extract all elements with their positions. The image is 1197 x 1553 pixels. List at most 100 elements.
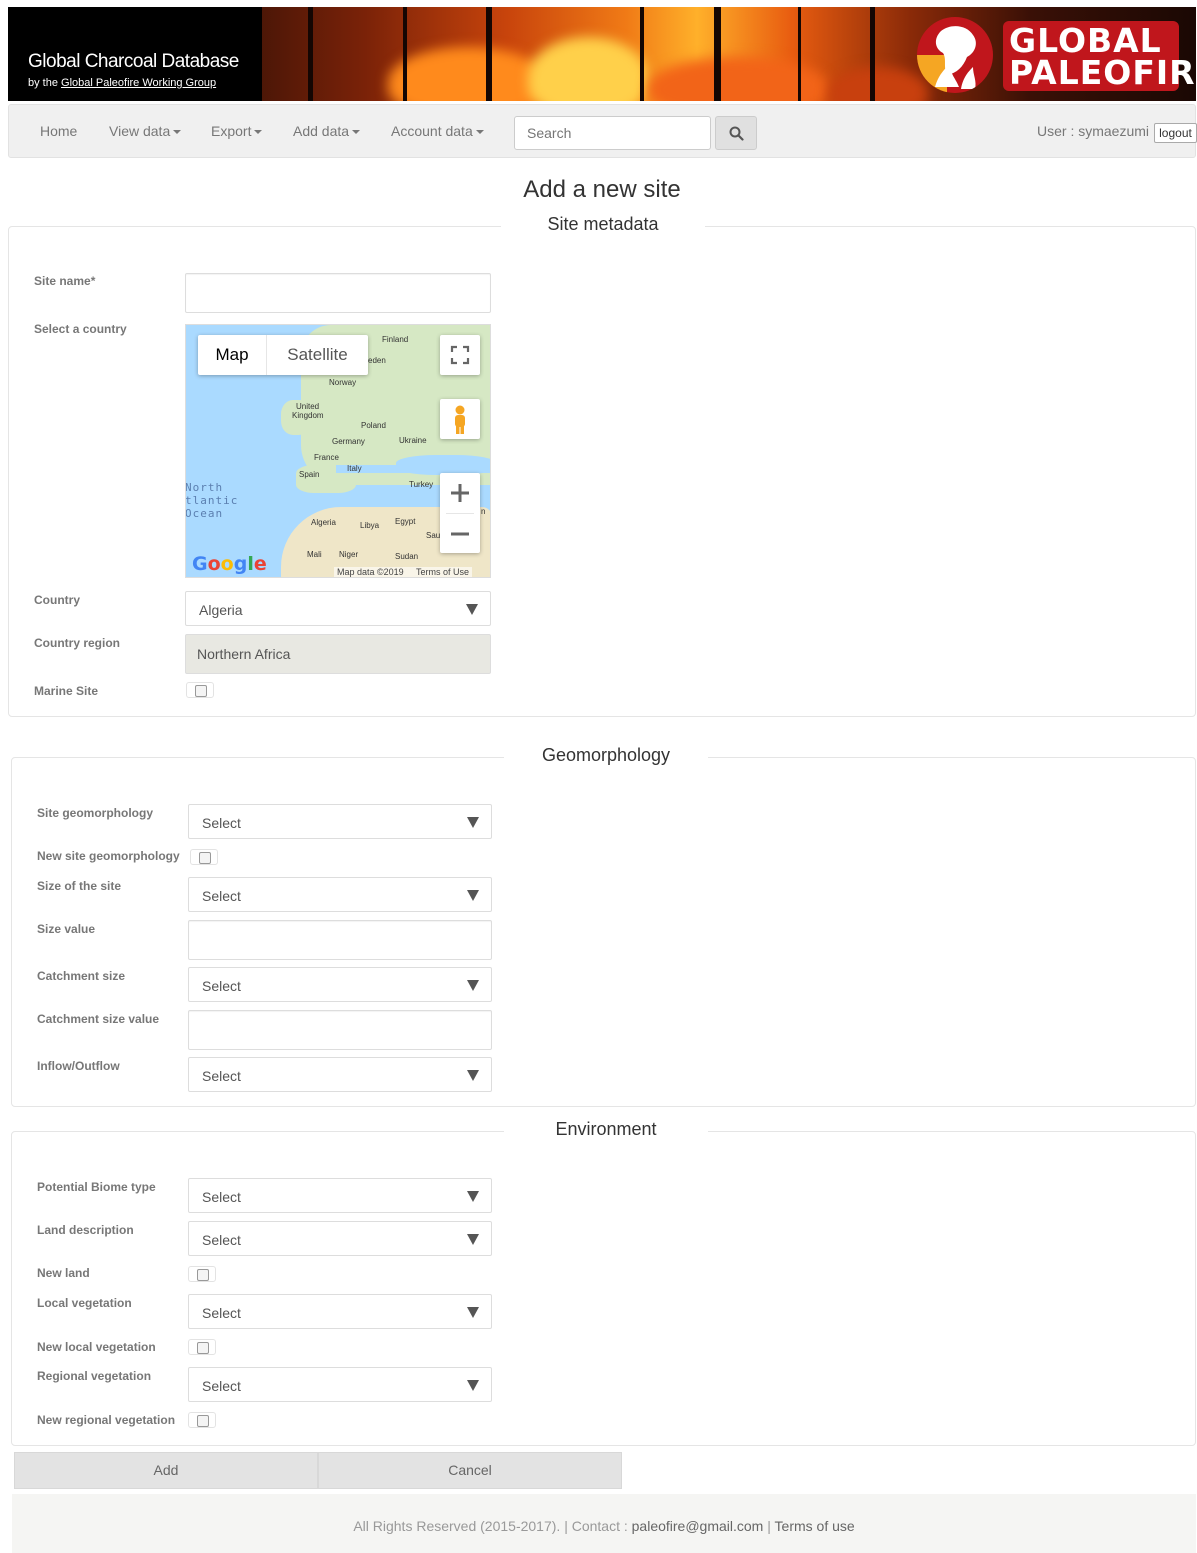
size-of-site-label: Size of the site (37, 879, 122, 893)
catchment-size-select[interactable]: Select (188, 967, 492, 1002)
nav-add-data[interactable]: Add data (293, 123, 361, 139)
map-label-poland: Poland (361, 421, 386, 430)
country-label: Country (34, 593, 80, 607)
cancel-button[interactable]: Cancel (318, 1452, 622, 1489)
logout-button[interactable]: logout (1154, 123, 1197, 143)
new-local-vegetation-label: New local vegetation (37, 1340, 156, 1354)
map-type-map-button[interactable]: Map (198, 335, 266, 375)
nav-home[interactable]: Home (40, 123, 77, 139)
map-label-sudan: Sudan (395, 552, 419, 561)
country-map[interactable]: Finland eden Norway United Kingdom Polan… (185, 324, 491, 578)
nav-export-label: Export (211, 123, 252, 139)
zoom-out-button[interactable] (440, 513, 480, 553)
map-label-germany: Germany (332, 437, 365, 446)
catchment-size-value: Select (202, 978, 241, 994)
nav-export[interactable]: Export (211, 123, 263, 139)
regional-vegetation-label: Regional vegetation (37, 1369, 152, 1383)
map-label-france: France (314, 453, 339, 462)
footer-terms-link[interactable]: Terms of use (775, 1518, 855, 1534)
pegman-icon (455, 405, 465, 434)
map-terms-link[interactable]: Terms of Use (416, 567, 469, 577)
map-label-mali: Mali (307, 550, 322, 559)
map-label-ukraine: Ukraine (399, 436, 427, 445)
map-type-satellite-button[interactable]: Satellite (266, 335, 368, 375)
search-button[interactable] (715, 116, 757, 150)
working-group-link[interactable]: Global Paleofire Working Group (61, 77, 216, 89)
dropdown-arrow-icon (467, 1307, 479, 1318)
site-geomorphology-label: Site geomorphology (37, 806, 154, 820)
biome-type-label: Potential Biome type (37, 1180, 156, 1194)
map-label-finland: Finland (382, 335, 409, 344)
country-select-value: Algeria (199, 602, 243, 618)
paleofire-emblem-icon (917, 17, 993, 93)
land-description-value: Select (202, 1232, 241, 1248)
logo-wordmark: GLOBAL PALEOFIRE (1003, 21, 1196, 91)
new-site-geomorphology-checkbox[interactable] (190, 849, 218, 865)
page-footer: All Rights Reserved (2015-2017). | Conta… (12, 1494, 1196, 1553)
new-regional-vegetation-checkbox[interactable] (188, 1412, 216, 1428)
google-logo: Google (192, 553, 267, 575)
add-button[interactable]: Add (14, 1452, 318, 1489)
biome-type-select[interactable]: Select (188, 1178, 492, 1213)
land-description-select[interactable]: Select (188, 1221, 492, 1256)
marine-site-checkbox[interactable] (186, 682, 214, 698)
dropdown-arrow-icon (467, 980, 479, 991)
site-name-input[interactable] (185, 273, 491, 313)
street-view-pegman[interactable] (440, 399, 480, 439)
logo-line-2: PALEOFIRE (1009, 53, 1196, 92)
site-geomorphology-select[interactable]: Select (188, 804, 492, 839)
new-regional-vegetation-label: New regional vegetation (37, 1413, 176, 1427)
country-region-label: Country region (34, 636, 120, 650)
map-attribution: Map data ©2019 Terms of Use (334, 567, 473, 577)
page-title: Add a new site (523, 176, 681, 203)
catchment-size-value-input[interactable] (188, 1010, 492, 1050)
caret-down-icon (475, 130, 484, 135)
fullscreen-button[interactable] (440, 335, 480, 375)
size-of-site-value: Select (202, 888, 241, 904)
map-type-control: Map Satellite (198, 335, 368, 375)
map-label-ocean-3: Ocean (185, 507, 224, 520)
map-label-uk-1: United (296, 402, 320, 411)
size-value-label: Size value (37, 922, 96, 936)
geomorphology-legend: Geomorphology (504, 745, 708, 769)
map-label-niger: Niger (339, 550, 359, 559)
new-site-geomorphology-label: New site geomorphology (37, 849, 180, 863)
size-of-site-select[interactable]: Select (188, 877, 492, 912)
caret-down-icon (254, 130, 263, 135)
catchment-size-value-label: Catchment size value (37, 1012, 160, 1026)
country-region-field: Northern Africa (185, 634, 491, 674)
regional-vegetation-select[interactable]: Select (188, 1367, 492, 1402)
country-select[interactable]: Algeria (185, 591, 491, 626)
dropdown-arrow-icon (467, 1191, 479, 1202)
local-vegetation-select[interactable]: Select (188, 1294, 492, 1329)
dropdown-arrow-icon (467, 1070, 479, 1081)
site-banner: Global Charcoal Database by the Global P… (8, 7, 1196, 101)
inflow-outflow-label: Inflow/Outflow (37, 1059, 120, 1073)
map-label-turkey: Turkey (409, 480, 434, 489)
new-local-vegetation-checkbox[interactable] (188, 1339, 216, 1355)
inflow-outflow-value: Select (202, 1068, 241, 1084)
search-input[interactable] (514, 116, 711, 150)
map-label-sweden: eden (368, 356, 386, 365)
map-label-iran: n (481, 507, 486, 516)
map-label-ocean-2: tlantic (185, 494, 239, 507)
new-land-checkbox[interactable] (188, 1266, 216, 1282)
regional-vegetation-value: Select (202, 1378, 241, 1394)
dropdown-arrow-icon (467, 1380, 479, 1391)
zoom-control (440, 473, 480, 553)
nav-account-data[interactable]: Account data (391, 123, 484, 139)
local-vegetation-value: Select (202, 1305, 241, 1321)
size-value-input[interactable] (188, 920, 492, 960)
zoom-in-button[interactable] (440, 473, 480, 513)
caret-down-icon (352, 130, 361, 135)
inflow-outflow-select[interactable]: Select (188, 1057, 492, 1092)
map-label-ocean-1: North (185, 481, 224, 494)
minus-icon (451, 532, 469, 536)
current-user-label: User : symaezumi (1037, 123, 1150, 139)
map-label-spain: Spain (299, 470, 320, 479)
footer-email-link[interactable]: paleofire@gmail.com (632, 1518, 764, 1534)
environment-legend: Environment (504, 1119, 708, 1143)
global-paleofire-logo[interactable]: GLOBAL PALEOFIRE (915, 17, 1196, 93)
map-label-egypt: Egypt (395, 517, 416, 526)
nav-view-data[interactable]: View data (109, 123, 182, 139)
